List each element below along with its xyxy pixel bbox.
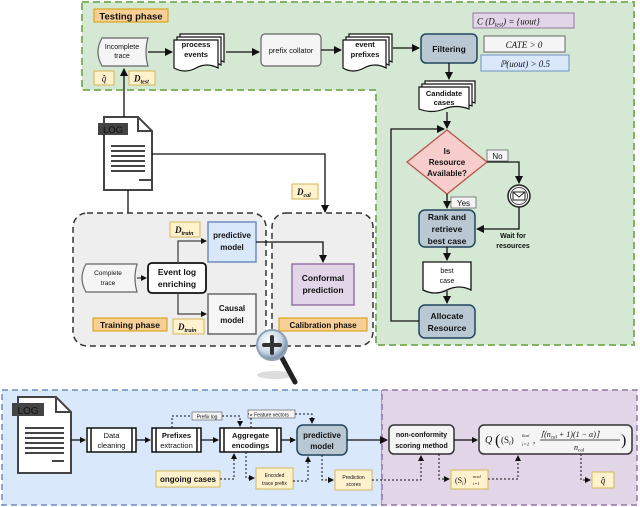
wait-label-1: Wait for — [500, 233, 526, 240]
prediction-scores-label-1: Prediction — [342, 475, 364, 481]
prefix-collator-label: prefix collator — [269, 46, 314, 55]
prefixes-extraction-label-1: Prefixes — [162, 431, 191, 440]
data-cleaning-label-2: cleaning — [98, 441, 126, 450]
conformal-label-1: Conformal — [302, 273, 345, 283]
data-cleaning-label-1: Data — [104, 431, 121, 440]
incomplete-trace-shape — [97, 37, 149, 67]
pipeline-predictive-label-1: predictive — [303, 431, 341, 440]
q-hat-output: q̂ — [601, 476, 606, 486]
diagram-canvas: Testing phase Incomplete trace q̂ Dtest … — [1, 1, 638, 506]
event-prefixes-label-2: prefixes — [351, 50, 380, 59]
causal-label-1: Causal — [219, 304, 245, 313]
rank-label-3: best case — [428, 236, 467, 246]
nonconformity-label-1: non-conformity — [396, 432, 447, 439]
decision-label-2: Resource — [429, 158, 466, 167]
process-events-label-1: process — [182, 40, 211, 49]
pipeline-predictive-label-2: model — [310, 442, 334, 451]
complete-trace-label-2: trace — [101, 280, 116, 287]
enriching-label-1: Event log — [158, 267, 196, 277]
svg-text:(: ( — [495, 432, 500, 449]
candidate-cases-label-1: Candidate — [426, 89, 462, 98]
allocate-label-1: Allocate — [430, 311, 463, 321]
pipeline-log-label: LOG — [17, 406, 38, 417]
decision-label-1: Is — [444, 147, 451, 156]
train-predictive-model-box — [207, 221, 257, 263]
calibration-phase-label: Calibration phase — [289, 321, 357, 330]
candidate-cases-label-2: cases — [434, 98, 455, 107]
training-phase-label: Training phase — [100, 320, 160, 330]
train-predictive-label-1: predictive — [213, 231, 251, 240]
complete-trace-label-1: Complete — [94, 270, 122, 277]
ongoing-cases-label: ongoing cases — [160, 475, 217, 484]
scores-set-note-sup: ncal — [473, 474, 481, 479]
prefix-log-label: Prefix log — [197, 415, 218, 421]
filtering-label: Filtering — [432, 44, 466, 54]
svg-text:,: , — [533, 435, 535, 445]
log-label: LOG — [103, 125, 123, 136]
encoded-trace-prefix-label-2: trace prefix — [262, 481, 287, 487]
incomplete-trace-label-2: trace — [114, 53, 130, 60]
causal-label-2: model — [220, 316, 244, 325]
no-label: No — [492, 152, 503, 161]
encoded-trace-prefix-label-1: Encoded — [265, 473, 285, 479]
q-hat-note: q̂ — [102, 74, 107, 84]
complete-trace-shape — [81, 263, 138, 293]
prob-condition: ℙ(uout) > 0.5 — [500, 59, 551, 69]
nonconformity-label-2: scoring method — [395, 443, 448, 450]
wait-label-2: resources — [496, 243, 530, 250]
causal-model-box — [207, 293, 257, 335]
allocate-label-2: Resource — [428, 323, 467, 333]
prefixes-extraction-label-2: extraction — [160, 441, 193, 450]
train-predictive-label-2: model — [220, 243, 244, 252]
process-events-label-2: events — [184, 50, 208, 59]
feature-vectors-label: Feature vectors — [254, 413, 289, 419]
cate-condition: CATE > 0 — [506, 40, 543, 50]
best-case-label-2: case — [440, 278, 455, 285]
envelope-icon — [512, 191, 526, 201]
svg-text:Q: Q — [485, 435, 493, 446]
rank-label-1: Rank and — [428, 212, 466, 222]
enriching-label-2: enriching — [158, 279, 196, 289]
prediction-scores-label-2: scores — [346, 482, 361, 488]
svg-text:⌈(ncal + 1)(1 − α)⌉: ⌈(ncal + 1)(1 − α)⌉ — [541, 430, 600, 441]
testing-phase-label: Testing phase — [99, 12, 162, 23]
aggregate-encodings-label-2: encodings — [232, 441, 270, 450]
yes-label: Yes — [457, 199, 470, 208]
decision-label-3: Available? — [427, 169, 467, 178]
best-case-label-1: best — [440, 268, 453, 275]
incomplete-trace-label-1: Incomplete — [105, 44, 139, 51]
svg-text:): ) — [621, 432, 626, 449]
event-prefixes-label-1: event — [355, 40, 375, 49]
allocate-resource-box — [418, 304, 476, 339]
scores-set-note-range: i=1 — [473, 481, 480, 486]
conformal-label-2: prediction — [302, 285, 343, 295]
svg-text:i=1: i=1 — [522, 443, 529, 448]
rank-label-2: retrieve — [432, 224, 463, 234]
aggregate-encodings-label-1: Aggregate — [232, 431, 269, 440]
